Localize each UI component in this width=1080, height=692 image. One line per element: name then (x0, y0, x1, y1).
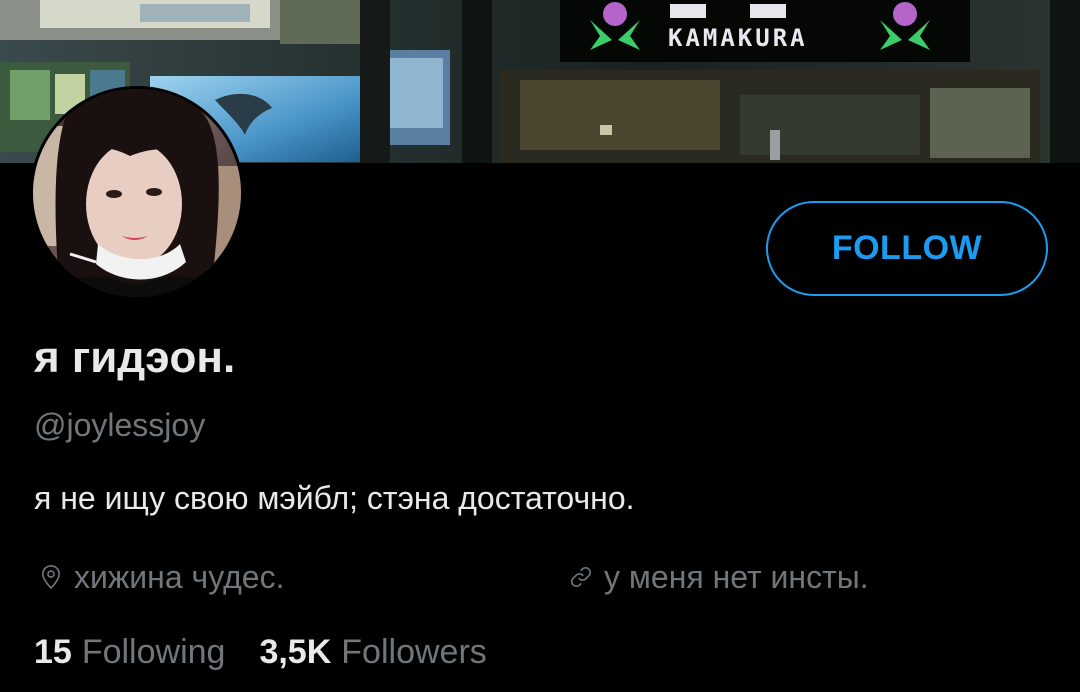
username-handle: @joylessjoy (34, 407, 206, 443)
website-link[interactable]: у меня нет инсты. (604, 556, 869, 598)
following-count: 15 (34, 633, 72, 671)
following-stat[interactable]: 15 Following (34, 630, 225, 674)
followers-count: 3,5K (259, 633, 332, 671)
profile-stats: 15 Following 3,5K Followers (34, 630, 487, 674)
follow-button[interactable]: FOLLOW (766, 201, 1048, 296)
location-pin-icon (36, 562, 66, 592)
profile-page: KAMAKURA FOLLOW я гидэон. @joylessjoy я … (0, 0, 1080, 692)
followers-stat[interactable]: 3,5K Followers (259, 630, 486, 674)
following-label: Following (81, 633, 226, 671)
link-icon (566, 562, 596, 592)
banner-sign-text: KAMAKURA (668, 24, 808, 52)
profile-bio: я не ищу свою мэйбл; стэна достаточно. (34, 480, 635, 516)
followers-label: Followers (341, 633, 487, 671)
display-name: я гидэон. (34, 333, 236, 382)
profile-avatar[interactable] (30, 86, 244, 300)
profile-website: у меня нет инсты. (566, 556, 869, 598)
location-text: хижина чудес. (74, 559, 285, 595)
profile-location: хижина чудес. (36, 556, 284, 598)
